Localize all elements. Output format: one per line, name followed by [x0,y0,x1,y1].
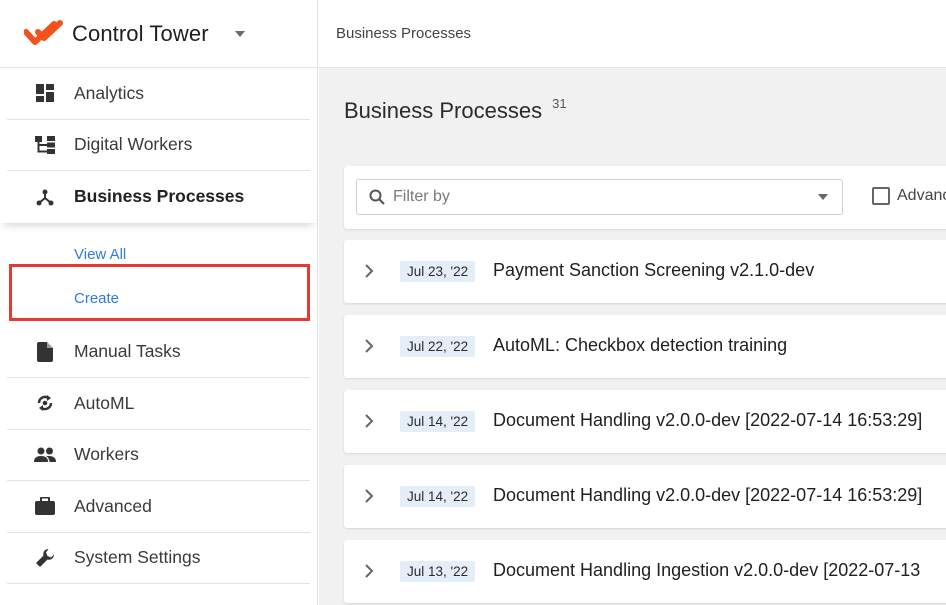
sidebar-nav: Analytics Digital Workers Business Proce… [0,68,317,223]
document-icon [34,341,56,363]
people-icon [34,444,56,466]
hierarchy-icon [34,134,56,156]
sidebar-item-label: Analytics [74,82,145,103]
list-item[interactable]: Jul 13, '22 Document Handling Ingestion … [344,540,946,603]
briefcase-icon [34,495,56,517]
wrench-icon [34,547,56,569]
chevron-down-icon[interactable] [818,194,828,200]
sidebar-item-business-processes[interactable]: Business Processes [0,171,317,223]
submenu-create[interactable]: Create [0,277,317,321]
breadcrumb: Business Processes [319,0,946,68]
list-item[interactable]: Jul 23, '22 Payment Sanction Screening v… [344,240,946,303]
advanced-checkbox[interactable] [872,187,890,205]
sidebar-item-label: Digital Workers [74,134,193,155]
breadcrumb-current: Business Processes [336,25,472,42]
date-badge: Jul 22, '22 [400,336,476,357]
sidebar-item-label: Business Processes [74,186,245,207]
search-icon [369,189,385,205]
app-switcher[interactable]: Control Tower [0,0,317,68]
sidebar-item-manual-tasks[interactable]: Manual Tasks [7,327,310,378]
chevron-right-icon[interactable] [364,489,374,503]
control-tower-logo-icon [24,19,63,45]
filter-bar: Filter by Advanc [344,166,946,229]
chevron-right-icon[interactable] [364,339,374,353]
advanced-label: Advanc [897,187,946,204]
advanced-filter-toggle[interactable]: Advanc [872,187,946,205]
process-name: AutoML: Checkbox detection training [493,335,788,355]
process-name: Document Handling Ingestion v2.0.0-dev [… [493,560,921,580]
chevron-right-icon[interactable] [364,414,374,428]
process-list: Jul 23, '22 Payment Sanction Screening v… [344,240,946,605]
sidebar-item-label: Manual Tasks [74,341,181,362]
filter-placeholder: Filter by [393,188,450,205]
date-badge: Jul 14, '22 [400,486,476,507]
sidebar-item-label: System Settings [74,547,201,568]
date-badge: Jul 14, '22 [400,411,476,432]
page-header: Business Processes 31 [344,96,567,124]
sidebar-item-analytics[interactable]: Analytics [7,68,310,120]
dashboard-icon [34,82,56,104]
sidebar-item-digital-workers[interactable]: Digital Workers [7,120,310,171]
page-title: Business Processes [344,98,543,123]
list-item[interactable]: Jul 22, '22 AutoML: Checkbox detection t… [344,315,946,378]
process-name: Document Handling v2.0.0-dev [2022-07-14… [493,410,923,430]
process-tree-icon [34,186,56,208]
date-badge: Jul 23, '22 [400,261,476,282]
submenu-view-all[interactable]: View All [0,233,317,277]
automl-icon [34,392,56,414]
chevron-down-icon[interactable] [234,30,245,37]
sidebar-item-label: AutoML [74,392,135,413]
sidebar-item-system-settings[interactable]: System Settings [7,533,310,584]
list-item[interactable]: Jul 14, '22 Document Handling v2.0.0-dev… [344,465,946,528]
sidebar-item-workers[interactable]: Workers [7,430,310,481]
date-badge: Jul 13, '22 [400,561,476,582]
process-name: Payment Sanction Screening v2.1.0-dev [493,260,815,280]
sidebar-nav-lower: Manual Tasks AutoML Workers Advanced Sys… [0,327,317,584]
filter-input[interactable]: Filter by [356,179,843,215]
chevron-right-icon[interactable] [364,264,374,278]
app-title: Control Tower [72,20,209,46]
process-name: Document Handling v2.0.0-dev [2022-07-14… [493,485,923,505]
sidebar-item-automl[interactable]: AutoML [7,378,310,430]
chevron-right-icon[interactable] [364,564,374,578]
process-count-badge: 31 [552,96,567,111]
business-processes-submenu: View All Create [0,223,317,327]
sidebar-item-label: Advanced [74,495,152,516]
list-item[interactable]: Jul 14, '22 Document Handling v2.0.0-dev… [344,390,946,453]
sidebar-item-label: Workers [74,444,139,465]
sidebar-item-advanced[interactable]: Advanced [7,481,310,533]
main-content: Business Processes Business Processes 31… [319,0,946,605]
sidebar: Control Tower Analytics Digital Workers … [0,0,318,605]
